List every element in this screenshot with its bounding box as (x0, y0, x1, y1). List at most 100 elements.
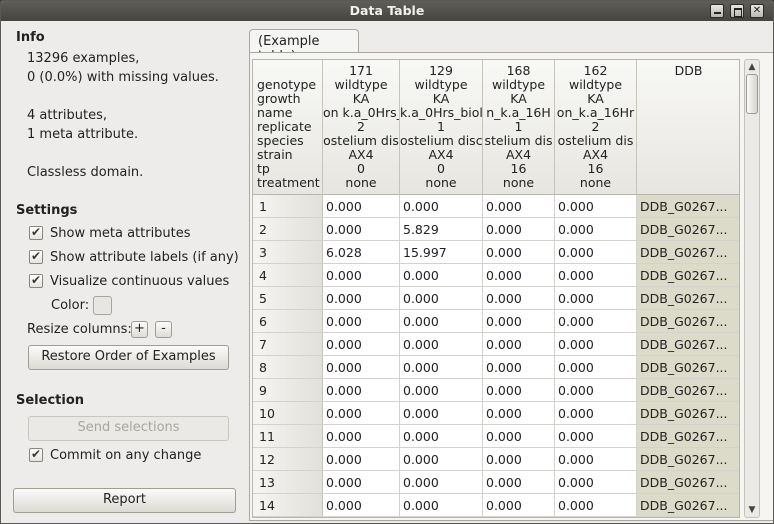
row-header[interactable]: 6 (253, 310, 323, 332)
table-cell[interactable]: 0.000 (400, 333, 483, 355)
table-cell[interactable]: 15.997 (400, 241, 483, 263)
table-row[interactable]: 14 0.000 0.000 0.000 0.000 DDB_G0267... (253, 494, 739, 517)
table-cell[interactable]: 0.000 (555, 310, 637, 332)
table-cell[interactable]: 0.000 (400, 494, 483, 516)
meta-cell[interactable]: DDB_G0267... (637, 333, 739, 355)
table-cell[interactable]: 0.000 (483, 264, 555, 286)
table-row[interactable]: 3 6.028 15.997 0.000 0.000 DDB_G0267... (253, 241, 739, 264)
row-header[interactable]: 10 (253, 402, 323, 424)
table-cell[interactable]: 0.000 (555, 195, 637, 217)
table-cell[interactable]: 0.000 (483, 195, 555, 217)
checkbox-icon[interactable] (29, 225, 43, 240)
meta-cell[interactable]: DDB_G0267... (637, 356, 739, 378)
table-cell[interactable]: 0.000 (483, 218, 555, 240)
table-cell[interactable]: 0.000 (323, 494, 400, 516)
table-cell[interactable]: 0.000 (323, 471, 400, 493)
table-cell[interactable]: 0.000 (323, 264, 400, 286)
commit-checkbox[interactable]: Commit on any change (29, 446, 201, 464)
row-header[interactable]: 4 (253, 264, 323, 286)
table-cell[interactable]: 0.000 (400, 402, 483, 424)
meta-cell[interactable]: DDB_G0267... (637, 471, 739, 493)
row-header[interactable]: 7 (253, 333, 323, 355)
data-table[interactable]: genotype growth name replicate species strain… (252, 59, 740, 518)
color-picker-button[interactable] (93, 296, 112, 315)
table-cell[interactable]: 0.000 (400, 425, 483, 447)
table-cell[interactable]: 0.000 (483, 241, 555, 263)
meta-cell[interactable]: DDB_G0267... (637, 264, 739, 286)
table-cell[interactable]: 0.000 (483, 471, 555, 493)
meta-cell[interactable]: DDB_G0267... (637, 494, 739, 516)
table-row[interactable]: 6 0.000 0.000 0.000 0.000 DDB_G0267... (253, 310, 739, 333)
table-cell[interactable]: 0.000 (483, 402, 555, 424)
table-cell[interactable]: 0.000 (483, 448, 555, 470)
meta-cell[interactable]: DDB_G0267... (637, 402, 739, 424)
table-cell[interactable]: 0.000 (323, 310, 400, 332)
table-cell[interactable]: 0.000 (555, 425, 637, 447)
table-cell[interactable]: 0.000 (400, 287, 483, 309)
table-cell[interactable]: 0.000 (400, 356, 483, 378)
vertical-scrollbar[interactable]: ▲ ▼ (744, 59, 760, 518)
table-cell[interactable]: 0.000 (555, 241, 637, 263)
row-header[interactable]: 11 (253, 425, 323, 447)
show-meta-checkbox[interactable]: Show meta attributes (29, 224, 191, 242)
meta-cell[interactable]: DDB_G0267... (637, 425, 739, 447)
column-header[interactable]: 171 wildtype KA on k.a_0Hrs_ 2 ostelium dis AX… (323, 60, 400, 195)
column-header[interactable]: DDB (637, 60, 739, 195)
column-header[interactable]: 162 wildtype KA on_k.a_16Hr 2 ostelium dis AX4… (555, 60, 637, 195)
table-cell[interactable]: 0.000 (555, 494, 637, 516)
table-cell[interactable]: 0.000 (400, 310, 483, 332)
row-header[interactable]: 3 (253, 241, 323, 263)
row-header[interactable]: 1 (253, 195, 323, 217)
table-row[interactable]: 7 0.000 0.000 0.000 0.000 DDB_G0267... (253, 333, 739, 356)
table-cell[interactable]: 0.000 (400, 264, 483, 286)
table-cell[interactable]: 0.000 (323, 195, 400, 217)
minimize-button[interactable] (710, 4, 724, 18)
table-cell[interactable]: 0.000 (555, 333, 637, 355)
table-cell[interactable]: 0.000 (483, 494, 555, 516)
table-cell[interactable]: 5.829 (400, 218, 483, 240)
row-header[interactable]: 13 (253, 471, 323, 493)
table-cell[interactable]: 0.000 (483, 356, 555, 378)
table-row[interactable]: 5 0.000 0.000 0.000 0.000 DDB_G0267... (253, 287, 739, 310)
meta-cell[interactable]: DDB_G0267... (637, 448, 739, 470)
table-row[interactable]: 10 0.000 0.000 0.000 0.000 DDB_G0267... (253, 402, 739, 425)
meta-cell[interactable]: DDB_G0267... (637, 195, 739, 217)
tab-example-table[interactable]: (Example table) (249, 29, 359, 64)
report-button[interactable]: Report (13, 488, 236, 513)
table-cell[interactable]: 0.000 (555, 379, 637, 401)
checkbox-icon[interactable] (29, 447, 43, 462)
send-selections-button[interactable]: Send selections (28, 416, 229, 441)
table-cell[interactable]: 0.000 (555, 402, 637, 424)
row-header[interactable]: 9 (253, 379, 323, 401)
column-header[interactable]: 129 wildtype KA k.a_0Hrs_biol 1 ostelium disc… (400, 60, 483, 195)
table-cell[interactable]: 0.000 (555, 287, 637, 309)
table-cell[interactable]: 0.000 (400, 379, 483, 401)
increase-width-button[interactable]: + (131, 321, 148, 338)
maximize-button[interactable] (730, 4, 744, 18)
meta-cell[interactable]: DDB_G0267... (637, 379, 739, 401)
meta-cell[interactable]: DDB_G0267... (637, 310, 739, 332)
table-row[interactable]: 12 0.000 0.000 0.000 0.000 DDB_G0267... (253, 448, 739, 471)
table-row[interactable]: 1 0.000 0.000 0.000 0.000 DDB_G0267... (253, 195, 739, 218)
table-row[interactable]: 2 0.000 5.829 0.000 0.000 DDB_G0267... (253, 218, 739, 241)
table-cell[interactable]: 0.000 (483, 425, 555, 447)
checkbox-icon[interactable] (29, 249, 43, 264)
table-row[interactable]: 4 0.000 0.000 0.000 0.000 DDB_G0267... (253, 264, 739, 287)
table-cell[interactable]: 0.000 (555, 264, 637, 286)
table-cell[interactable]: 0.000 (323, 287, 400, 309)
table-cell[interactable]: 0.000 (323, 333, 400, 355)
table-cell[interactable]: 0.000 (483, 310, 555, 332)
table-cell[interactable]: 0.000 (323, 448, 400, 470)
table-cell[interactable]: 0.000 (323, 218, 400, 240)
table-cell[interactable]: 6.028 (323, 241, 400, 263)
row-header[interactable]: 8 (253, 356, 323, 378)
checkbox-icon[interactable] (29, 273, 43, 288)
close-button[interactable]: ✕ (750, 4, 764, 18)
table-cell[interactable]: 0.000 (555, 356, 637, 378)
table-cell[interactable]: 0.000 (483, 333, 555, 355)
visualize-checkbox[interactable]: Visualize continuous values (29, 272, 229, 290)
row-header[interactable]: 14 (253, 494, 323, 516)
meta-cell[interactable]: DDB_G0267... (637, 218, 739, 240)
scroll-down-icon[interactable]: ▼ (745, 503, 759, 517)
table-cell[interactable]: 0.000 (555, 218, 637, 240)
